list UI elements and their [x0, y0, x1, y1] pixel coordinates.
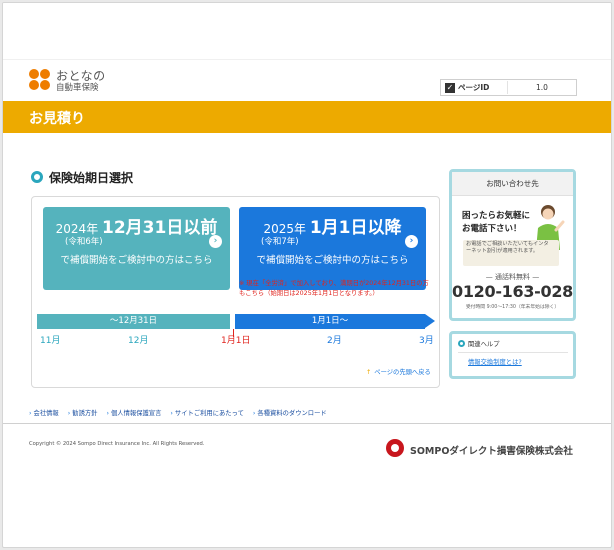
- checkbox-icon[interactable]: ✓: [445, 83, 455, 93]
- browser-page: おとなの 自動車保険 ✓ ページID 1.0 お見積り 保険始期日選択 2024…: [2, 2, 612, 548]
- site-logo[interactable]: おとなの 自動車保険: [29, 67, 119, 93]
- footer-link-privacy[interactable]: 個人情報保護宣言: [106, 410, 161, 417]
- page-title-bar: お見積り: [3, 101, 611, 133]
- toll-free-label: — 通話料無料 —: [485, 273, 540, 281]
- card-era: (令和6年): [65, 237, 103, 247]
- logo-text-secondary: 自動車保険: [56, 83, 99, 93]
- footer-links: 会社情報 勧誘方針 個人情報保護宣言 サイトご利用にあたって 各種資料のダウンロ…: [29, 408, 334, 417]
- help-link[interactable]: 情報交換制度とは?: [468, 357, 522, 366]
- footer-link-downloads[interactable]: 各種資料のダウンロード: [253, 410, 327, 417]
- timeline-after: 1月1日〜: [235, 314, 435, 329]
- section-heading-text: 保険始期日選択: [49, 171, 134, 185]
- business-hours: 受付時間 9:00〜17:30（年末年始は除く）: [465, 305, 560, 310]
- contact-box: お問い合わせ先 困ったらお気軽にお電話下さい！ お電話でご相談いただいてもインタ…: [449, 169, 576, 321]
- sompo-mark-icon: [386, 439, 404, 457]
- page-top-link[interactable]: ↑ ページの先頭へ戻る: [366, 367, 431, 376]
- card-cta: で補償開始をご検討中の方はこちら: [256, 255, 409, 266]
- divider: [458, 352, 568, 353]
- footer-link-company[interactable]: 会社情報: [29, 410, 59, 417]
- arrow-right-icon: ›: [209, 235, 222, 248]
- before-date-button[interactable]: 2024年 12月31日以前 (令和6年) で補償開始をご検討中の方はこちら ›: [43, 207, 230, 290]
- month-label: 11月: [40, 336, 61, 346]
- related-help-box: 関連ヘルプ 情報交換制度とは?: [449, 331, 576, 379]
- card-era: (令和7年): [261, 237, 299, 247]
- top-spacer: [3, 3, 611, 59]
- contact-message: 困ったらお気軽にお電話下さい！: [462, 211, 531, 234]
- copyright: Copyright © 2024 Sompo Direct Insurance …: [29, 441, 205, 447]
- company-name: SOMPOダイレクト損害保険株式会社: [410, 446, 573, 457]
- page-id-value: 1.0: [507, 81, 576, 94]
- footer-link-policy[interactable]: 勧誘方針: [68, 410, 98, 417]
- month-label: 1月1日: [221, 336, 251, 346]
- page-title: お見積り: [29, 111, 85, 127]
- footer-link-terms[interactable]: サイトご利用にあたって: [170, 410, 243, 417]
- phone-number[interactable]: 0120-163-028: [452, 282, 573, 301]
- note-text: ※ 現在「全労済」で加入しており、満期日が2024年12月31日の方もこちら（始…: [239, 280, 429, 297]
- contact-title: お問い合わせ先: [452, 172, 573, 196]
- card-cta: で補償開始をご検討中の方はこちら: [60, 255, 213, 266]
- help-title: 関連ヘルプ: [458, 339, 499, 348]
- ring-bullet-icon: [458, 340, 465, 347]
- contact-bubble: お電話でご相談いただいてもインターネット割引が適用されます。: [460, 240, 568, 266]
- page-id-label: ページID: [458, 83, 490, 92]
- footer-divider: [3, 423, 611, 424]
- month-label: 3月: [419, 336, 434, 346]
- arrow-right-icon: ›: [405, 235, 418, 248]
- month-label: 12月: [128, 336, 149, 346]
- logo-mark-icon: [29, 69, 51, 91]
- timeline-before: 〜12月31日: [37, 314, 230, 329]
- arrow-up-icon: ↑: [366, 369, 372, 376]
- ring-bullet-icon: [31, 171, 43, 183]
- month-label: 2月: [327, 336, 342, 346]
- after-date-button[interactable]: 2025年 1月1日以降 (令和7年) で補償開始をご検討中の方はこちら ›: [239, 207, 426, 290]
- page-id-box: ✓ ページID 1.0: [440, 79, 577, 96]
